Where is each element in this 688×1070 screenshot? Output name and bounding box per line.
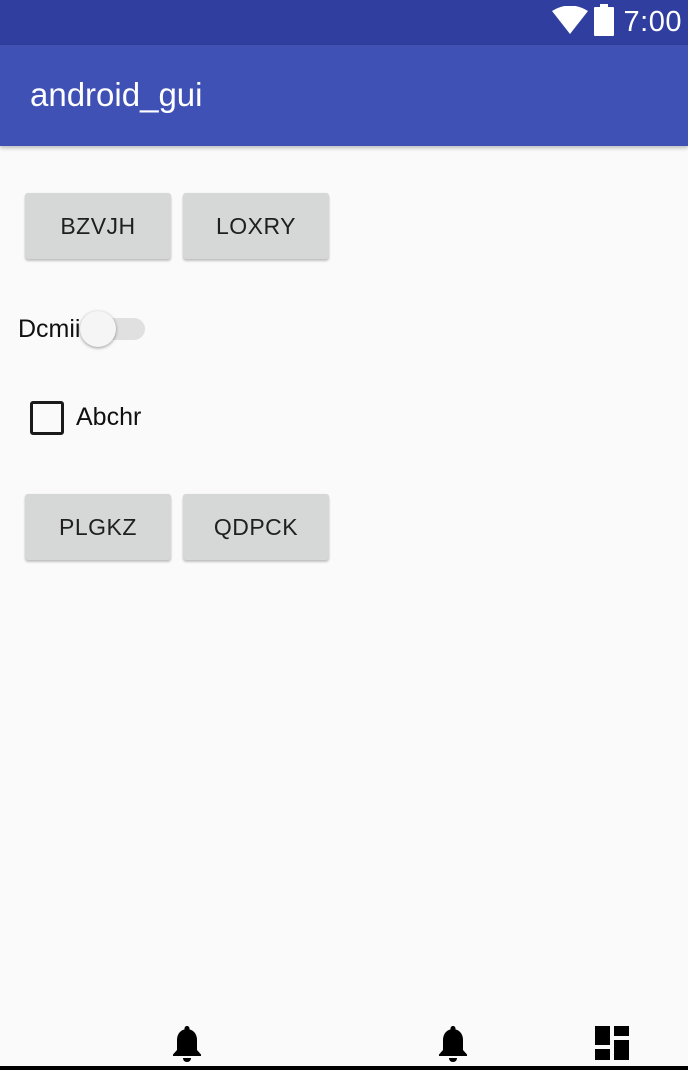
loxry-button[interactable]: LOXRY (183, 193, 329, 259)
checkbox-label: Abchr (76, 403, 142, 431)
battery-icon (593, 4, 614, 41)
app-title: android_gui (30, 76, 203, 113)
nav-divider (0, 1066, 688, 1070)
plgkz-button[interactable]: PLGKZ (25, 494, 171, 560)
dashboard-icon[interactable] (595, 1026, 629, 1065)
app-bar: android_gui (0, 45, 688, 146)
status-time: 7:00 (623, 6, 682, 38)
bzvjh-button[interactable]: BZVJH (25, 193, 171, 259)
wifi-icon (551, 5, 588, 39)
status-bar: 7:00 (0, 0, 688, 45)
bell-icon[interactable] (437, 1026, 469, 1067)
switch-label: Dcmii (18, 315, 81, 343)
navigation-bar (0, 1010, 688, 1070)
status-icons: 7:00 (551, 0, 682, 45)
bell-icon[interactable] (171, 1026, 203, 1067)
checkbox[interactable] (30, 401, 64, 435)
qdpck-button[interactable]: QDPCK (183, 494, 329, 560)
switch-thumb[interactable] (80, 311, 116, 347)
